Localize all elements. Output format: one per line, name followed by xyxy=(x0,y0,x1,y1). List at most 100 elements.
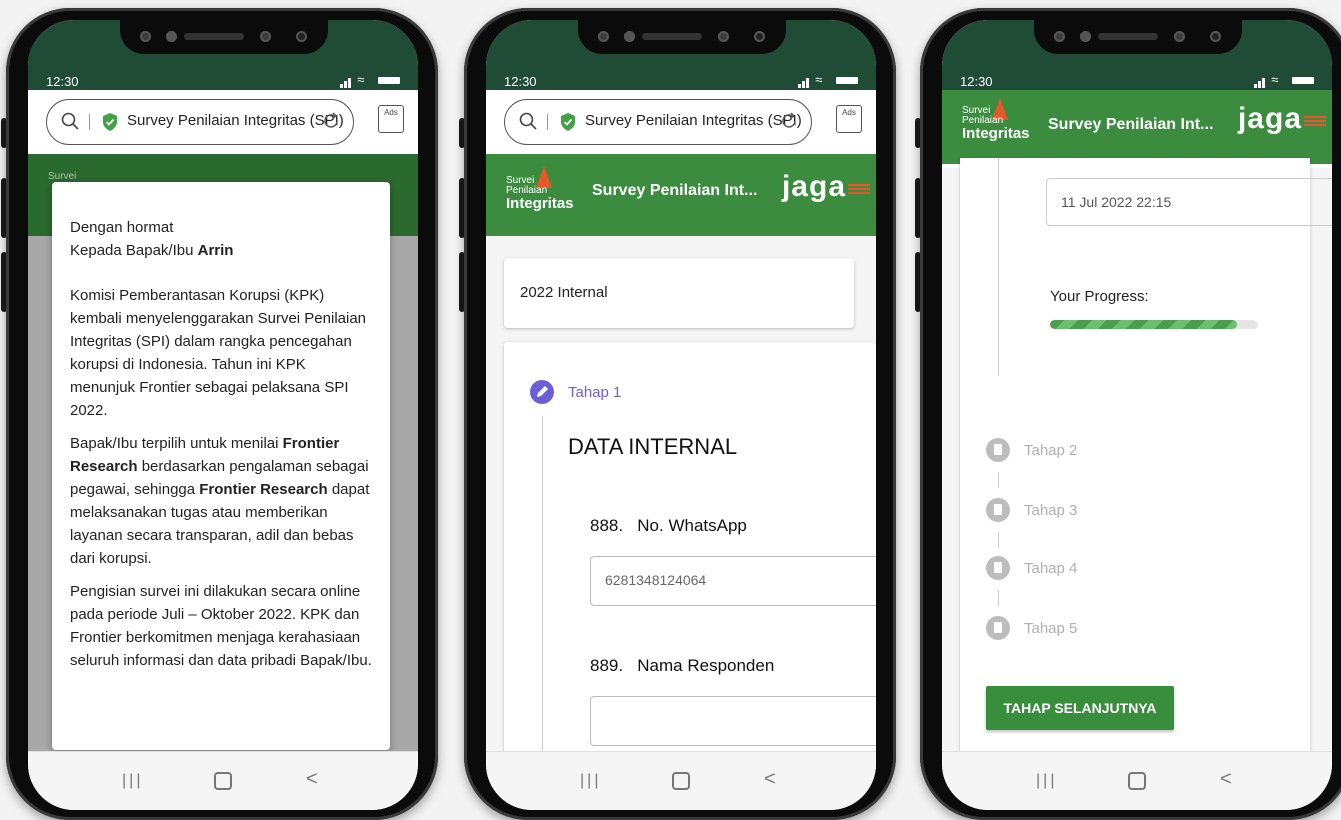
separator xyxy=(89,114,90,130)
modal-paragraph-3: Pengisian survei ini dilakukan secara on… xyxy=(70,583,372,669)
category-title: 2022 Internal xyxy=(520,284,608,301)
status-bar: 12:30 ≈ xyxy=(28,20,418,90)
modal-addressee: Kepada Bapak/Ibu Arrin xyxy=(70,242,234,259)
notch xyxy=(578,20,786,54)
app-header: Survei Penilaian Integritas Survey Penil… xyxy=(942,90,1332,164)
battery-icon xyxy=(378,77,400,85)
battery-icon xyxy=(1292,77,1314,85)
home-button[interactable] xyxy=(672,772,690,790)
home-button[interactable] xyxy=(1128,772,1146,790)
wifi-icon: ≈ xyxy=(1271,72,1281,87)
home-button[interactable] xyxy=(214,772,232,790)
phone-screen: 12:30 ≈ Survey Penilaian Integritas (SPI… xyxy=(28,20,418,810)
status-bar: 12:30 ≈ xyxy=(942,20,1332,90)
section-title: DATA INTERNAL xyxy=(568,434,738,459)
step-connector xyxy=(542,416,543,776)
status-icons: ≈ xyxy=(1253,72,1314,89)
back-button[interactable]: < xyxy=(764,768,776,791)
app-header: Survei Penilaian Integritas Survey Penil… xyxy=(486,154,876,236)
jaga-logo: jaga xyxy=(1237,102,1302,135)
whatsapp-value: 6281348124064 xyxy=(605,572,707,588)
jaga-logo-tagline xyxy=(1304,116,1326,130)
url-text[interactable]: Survey Penilaian Integritas (SPI) xyxy=(127,112,344,129)
step-connector xyxy=(998,158,999,376)
ads-label: Ads xyxy=(842,108,856,117)
category-card: 2022 Internal xyxy=(504,258,854,328)
status-time: 12:30 xyxy=(504,74,537,89)
search-icon[interactable] xyxy=(519,112,537,130)
jaga-logo-tagline xyxy=(848,184,870,198)
address-bar[interactable]: Survey Penilaian Integritas (SPI) xyxy=(504,99,812,145)
back-button[interactable]: < xyxy=(1220,768,1232,791)
spi-logo: Survei Penilaian Integritas xyxy=(962,105,1030,142)
modal-paragraph-2: Bapak/Ibu terpilih untuk menilai Frontie… xyxy=(70,435,370,567)
shield-check-icon xyxy=(561,113,575,131)
shield-check-icon xyxy=(103,113,117,131)
recent-apps-button[interactable]: ||| xyxy=(122,772,143,790)
wifi-icon: ≈ xyxy=(357,72,367,87)
respondent-name-field[interactable] xyxy=(590,696,876,746)
question-label: 889. Nama Responden xyxy=(590,656,775,675)
search-icon[interactable] xyxy=(61,112,79,130)
signal-icon xyxy=(339,73,352,89)
address-bar[interactable]: Survey Penilaian Integritas (SPI) xyxy=(46,99,354,145)
survey-content: 11 Jul 2022 22:15 Your Progress: Tahap 2… xyxy=(942,158,1332,758)
clipboard-icon xyxy=(986,438,1010,462)
notch xyxy=(1034,20,1242,54)
step-label: Tahap 2 xyxy=(1024,442,1078,459)
browser-bar: Survey Penilaian Integritas (SPI) Ads xyxy=(486,90,876,155)
date-field[interactable]: 11 Jul 2022 22:15 xyxy=(1046,178,1332,226)
phone-screen: 12:30 ≈ Survei Penilaian Integritas Surv… xyxy=(942,20,1332,810)
reload-icon[interactable] xyxy=(321,111,341,131)
ad-block-button[interactable]: Ads xyxy=(378,105,404,133)
logo-text-survei: Survei xyxy=(48,171,77,182)
step-label: Tahap 3 xyxy=(1024,502,1078,519)
phone-mockup-2: 12:30 ≈ Survey Penilaian Integritas (SPI… xyxy=(459,8,896,820)
ads-label: Ads xyxy=(384,108,398,117)
signal-icon xyxy=(1253,73,1266,89)
edit-pencil-icon xyxy=(530,380,554,404)
browser-bar: Survey Penilaian Integritas (SPI) Ads xyxy=(28,90,418,155)
step-label: Tahap 4 xyxy=(1024,560,1078,577)
phone-mockup-3: 12:30 ≈ Survei Penilaian Integritas Surv… xyxy=(915,8,1341,820)
step-connector xyxy=(998,532,999,548)
android-nav-bar: ||| < xyxy=(28,751,418,810)
modal-body: Dengan hormat Kepada Bapak/Ibu Arrin Kom… xyxy=(70,216,372,682)
back-button[interactable]: < xyxy=(306,768,318,791)
step-connector xyxy=(998,472,999,488)
status-time: 12:30 xyxy=(960,74,993,89)
step-label: Tahap 5 xyxy=(1024,620,1078,637)
wifi-icon: ≈ xyxy=(815,72,825,87)
date-value: 11 Jul 2022 22:15 xyxy=(1061,194,1172,210)
signal-icon xyxy=(797,73,810,89)
clipboard-icon xyxy=(986,498,1010,522)
form-card: Tahap 1 DATA INTERNAL 888. No. WhatsApp … xyxy=(504,342,876,776)
survey-content: 2022 Internal Tahap 1 DATA INTERNAL 888.… xyxy=(486,236,876,776)
spi-logo: Survei Penilaian Integritas xyxy=(506,175,574,212)
modal-paragraph-1: Komisi Pemberantasan Korupsi (KPK) kemba… xyxy=(70,287,367,419)
android-nav-bar: ||| < xyxy=(942,751,1332,810)
reload-icon[interactable] xyxy=(779,111,799,131)
battery-icon xyxy=(836,77,858,85)
greeting-modal: Dengan hormat Kepada Bapak/Ibu Arrin Kom… xyxy=(52,182,390,750)
recent-apps-button[interactable]: ||| xyxy=(1036,772,1057,790)
url-text[interactable]: Survey Penilaian Integritas (SPI) xyxy=(585,112,802,129)
progress-label: Your Progress: xyxy=(1050,288,1149,305)
question-label: 888. No. WhatsApp xyxy=(590,516,747,535)
android-nav-bar: ||| < xyxy=(486,751,876,810)
phone-screen: 12:30 ≈ Survey Penilaian Integritas (SPI… xyxy=(486,20,876,810)
app-title: Survey Penilaian Int... xyxy=(592,182,758,199)
next-step-button[interactable]: TAHAP SELANJUTNYA xyxy=(986,686,1174,730)
status-icons: ≈ xyxy=(797,72,858,89)
progress-bar xyxy=(1050,320,1258,329)
whatsapp-field[interactable]: 6281348124064 xyxy=(590,556,876,606)
clipboard-icon xyxy=(986,616,1010,640)
notch xyxy=(120,20,328,54)
step-connector xyxy=(998,590,999,606)
step-label[interactable]: Tahap 1 xyxy=(568,384,621,401)
status-time: 12:30 xyxy=(46,74,79,89)
ad-block-button[interactable]: Ads xyxy=(836,105,862,133)
status-bar: 12:30 ≈ xyxy=(486,20,876,90)
status-icons: ≈ xyxy=(339,72,400,89)
recent-apps-button[interactable]: ||| xyxy=(580,772,601,790)
